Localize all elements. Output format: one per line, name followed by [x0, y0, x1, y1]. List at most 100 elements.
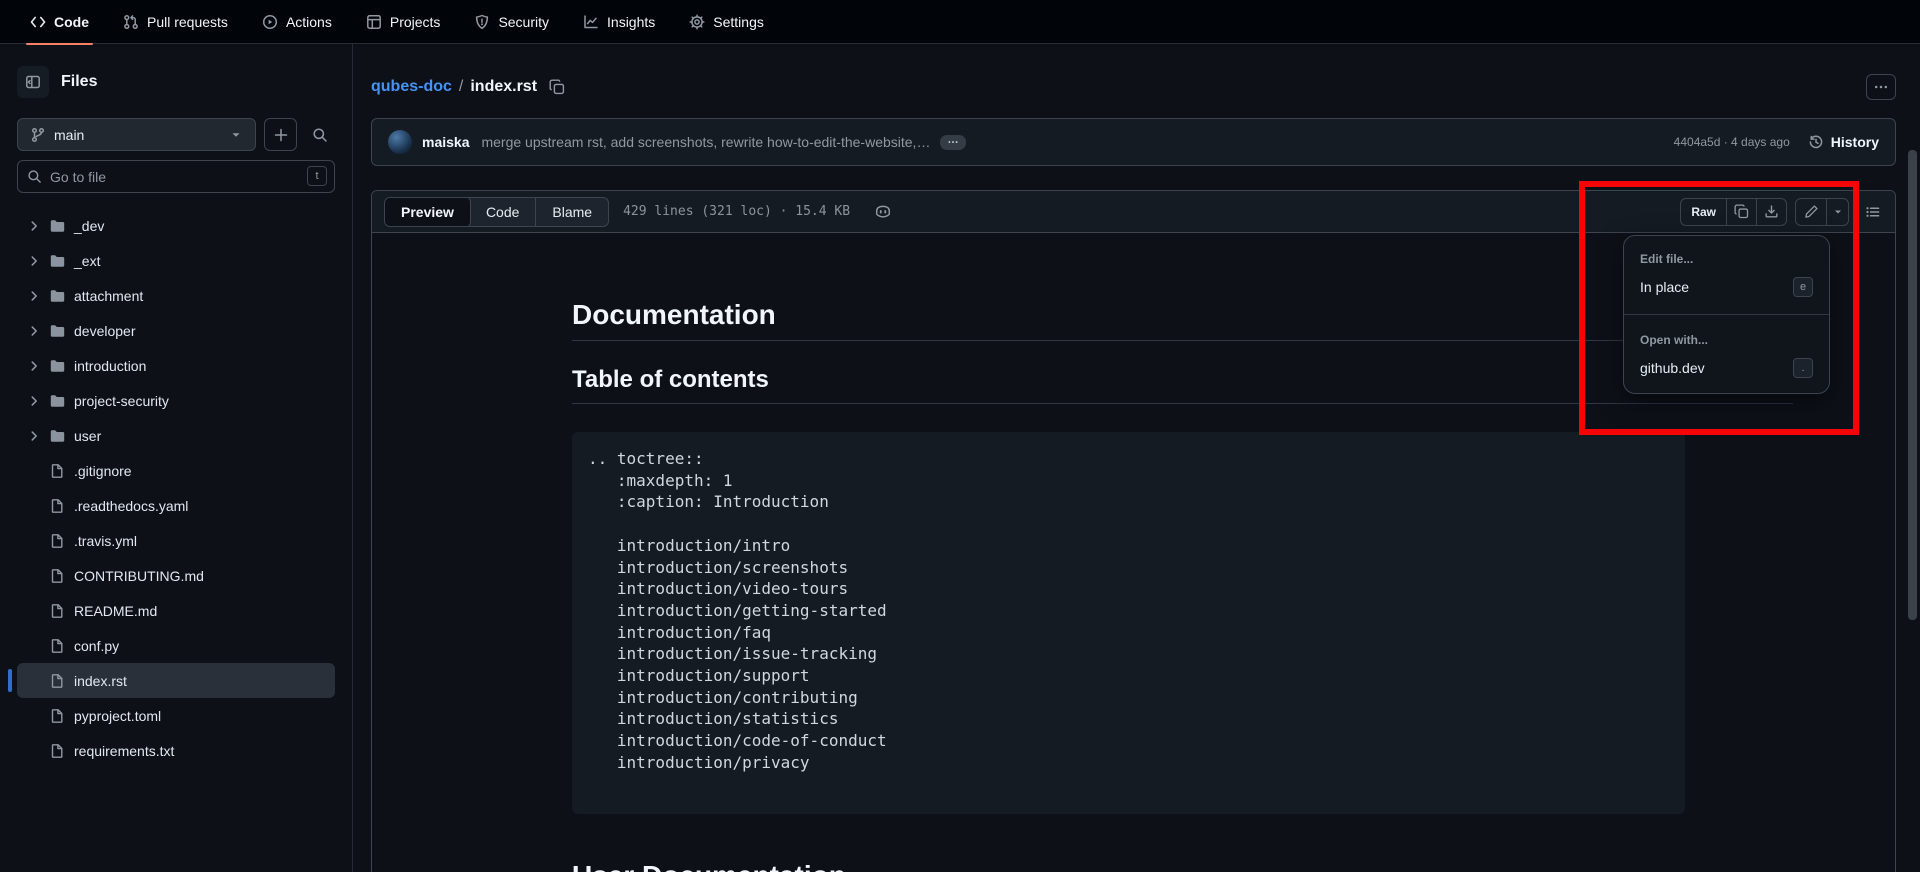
add-file-button[interactable]	[264, 118, 297, 151]
history-button[interactable]: History	[1808, 134, 1879, 150]
tree-item-label: user	[74, 428, 101, 444]
tree-item-readthedocs-yaml[interactable]: .readthedocs.yaml	[17, 488, 335, 523]
nav-item-pull-requests[interactable]: Pull requests	[111, 0, 240, 44]
latest-commit-bar: maiska merge upstream rst, add screensho…	[371, 118, 1896, 166]
tree-item-gitignore[interactable]: .gitignore	[17, 453, 335, 488]
tab-blame[interactable]: Blame	[535, 197, 608, 227]
dropdown-item-in-place[interactable]: In place e	[1624, 270, 1829, 306]
file-tree: _dev _ext attachment developer introduct…	[17, 208, 335, 768]
branch-selector[interactable]: main	[17, 118, 256, 151]
dropdown-divider	[1624, 314, 1829, 315]
nav-item-label: Settings	[713, 14, 764, 30]
commit-author[interactable]: maiska	[422, 134, 469, 150]
chevron-right-icon	[27, 219, 41, 233]
collapse-sidebar-button[interactable]	[17, 66, 49, 98]
triangle-down-icon	[1832, 206, 1844, 218]
tree-item-project-security[interactable]: project-security	[17, 383, 335, 418]
shortcut-key-period: .	[1793, 358, 1813, 378]
edit-button-group	[1795, 198, 1849, 226]
tree-item-conf-py[interactable]: conf.py	[17, 628, 335, 663]
folder-icon	[49, 288, 65, 304]
tree-item-label: requirements.txt	[74, 743, 174, 759]
tree-item-label: conf.py	[74, 638, 119, 654]
copy-path-icon[interactable]	[549, 79, 565, 95]
plus-icon	[273, 127, 289, 143]
tab-code[interactable]: Code	[470, 197, 535, 227]
tree-item-dev[interactable]: _dev	[17, 208, 335, 243]
sidebar-title: Files	[61, 73, 97, 91]
ellipsis-icon	[947, 136, 959, 148]
tree-item-ext[interactable]: _ext	[17, 243, 335, 278]
folder-icon	[49, 428, 65, 444]
nav-item-label: Code	[54, 14, 89, 30]
commit-sha-and-time[interactable]: 4404a5d · 4 days ago	[1674, 135, 1790, 149]
nav-item-code[interactable]: Code	[18, 0, 101, 44]
breadcrumb-repo-link[interactable]: qubes-doc	[371, 78, 452, 96]
nav-item-settings[interactable]: Settings	[677, 0, 776, 44]
dropdown-header-open-with: Open with...	[1624, 323, 1829, 351]
tree-item-pyproject-toml[interactable]: pyproject.toml	[17, 698, 335, 733]
tree-item-attachment[interactable]: attachment	[17, 278, 335, 313]
file-header-toolbar: Preview Code Blame 429 lines (321 loc) ·…	[372, 191, 1895, 233]
tree-item-developer[interactable]: developer	[17, 313, 335, 348]
copy-raw-button[interactable]	[1726, 199, 1756, 225]
nav-item-label: Security	[498, 14, 549, 30]
tree-item-introduction[interactable]: introduction	[17, 348, 335, 383]
pencil-icon	[1804, 204, 1819, 219]
tree-item-requirements-txt[interactable]: requirements.txt	[17, 733, 335, 768]
file-icon	[49, 533, 65, 549]
go-to-file-input[interactable]	[17, 160, 335, 193]
shield-icon	[474, 14, 490, 30]
tab-preview[interactable]: Preview	[384, 197, 471, 227]
avatar[interactable]	[388, 130, 412, 154]
git-branch-icon	[30, 127, 46, 143]
doc-heading-table-of-contents: Table of contents	[572, 365, 1793, 404]
tree-item-contributing-md[interactable]: CONTRIBUTING.md	[17, 558, 335, 593]
nav-item-actions[interactable]: Actions	[250, 0, 344, 44]
search-this-repo-button[interactable]	[305, 118, 335, 151]
edit-file-button[interactable]	[1796, 199, 1826, 225]
nav-item-projects[interactable]: Projects	[354, 0, 453, 44]
edit-dropdown-button[interactable]	[1826, 199, 1848, 225]
tree-item-travis-yml[interactable]: .travis.yml	[17, 523, 335, 558]
expand-commit-message-button[interactable]	[940, 135, 966, 150]
dropdown-item-github-dev[interactable]: github.dev .	[1624, 351, 1829, 387]
folder-icon	[49, 358, 65, 374]
graph-icon	[583, 14, 599, 30]
tree-item-user[interactable]: user	[17, 418, 335, 453]
outline-button[interactable]	[1865, 204, 1881, 220]
tree-item-readme-md[interactable]: README.md	[17, 593, 335, 628]
tab-label: Code	[486, 204, 519, 220]
download-button[interactable]	[1756, 199, 1786, 225]
history-label: History	[1831, 134, 1879, 150]
chevron-right-icon	[27, 359, 41, 373]
nav-item-label: Projects	[390, 14, 441, 30]
shortcut-key-t: t	[307, 166, 327, 186]
raw-button[interactable]: Raw	[1681, 199, 1726, 225]
chevron-down-icon	[229, 128, 243, 142]
outline-list-icon	[1865, 204, 1881, 220]
tree-item-label: CONTRIBUTING.md	[74, 568, 204, 584]
tree-item-index-rst[interactable]: index.rst	[17, 663, 335, 698]
nav-item-security[interactable]: Security	[462, 0, 561, 44]
tree-item-label: attachment	[74, 288, 143, 304]
repo-top-navigation: Code Pull requests Actions Projects Secu…	[0, 0, 1920, 44]
folder-icon	[49, 393, 65, 409]
file-icon	[49, 568, 65, 584]
tree-item-label: project-security	[74, 393, 169, 409]
commit-message[interactable]: merge upstream rst, add screenshots, rew…	[481, 134, 930, 150]
file-icon	[49, 603, 65, 619]
more-options-button[interactable]	[1866, 74, 1896, 100]
copilot-button[interactable]	[874, 203, 892, 221]
branch-name: main	[54, 127, 84, 143]
copy-icon	[1734, 204, 1749, 219]
page-scrollbar[interactable]	[1908, 150, 1917, 620]
nav-item-insights[interactable]: Insights	[571, 0, 667, 44]
file-icon	[49, 498, 65, 514]
view-mode-tabs: Preview Code Blame	[384, 197, 609, 227]
code-icon	[30, 14, 46, 30]
folder-icon	[49, 253, 65, 269]
nav-item-label: Insights	[607, 14, 655, 30]
sidebar-panel-icon	[25, 74, 41, 90]
file-icon	[49, 463, 65, 479]
